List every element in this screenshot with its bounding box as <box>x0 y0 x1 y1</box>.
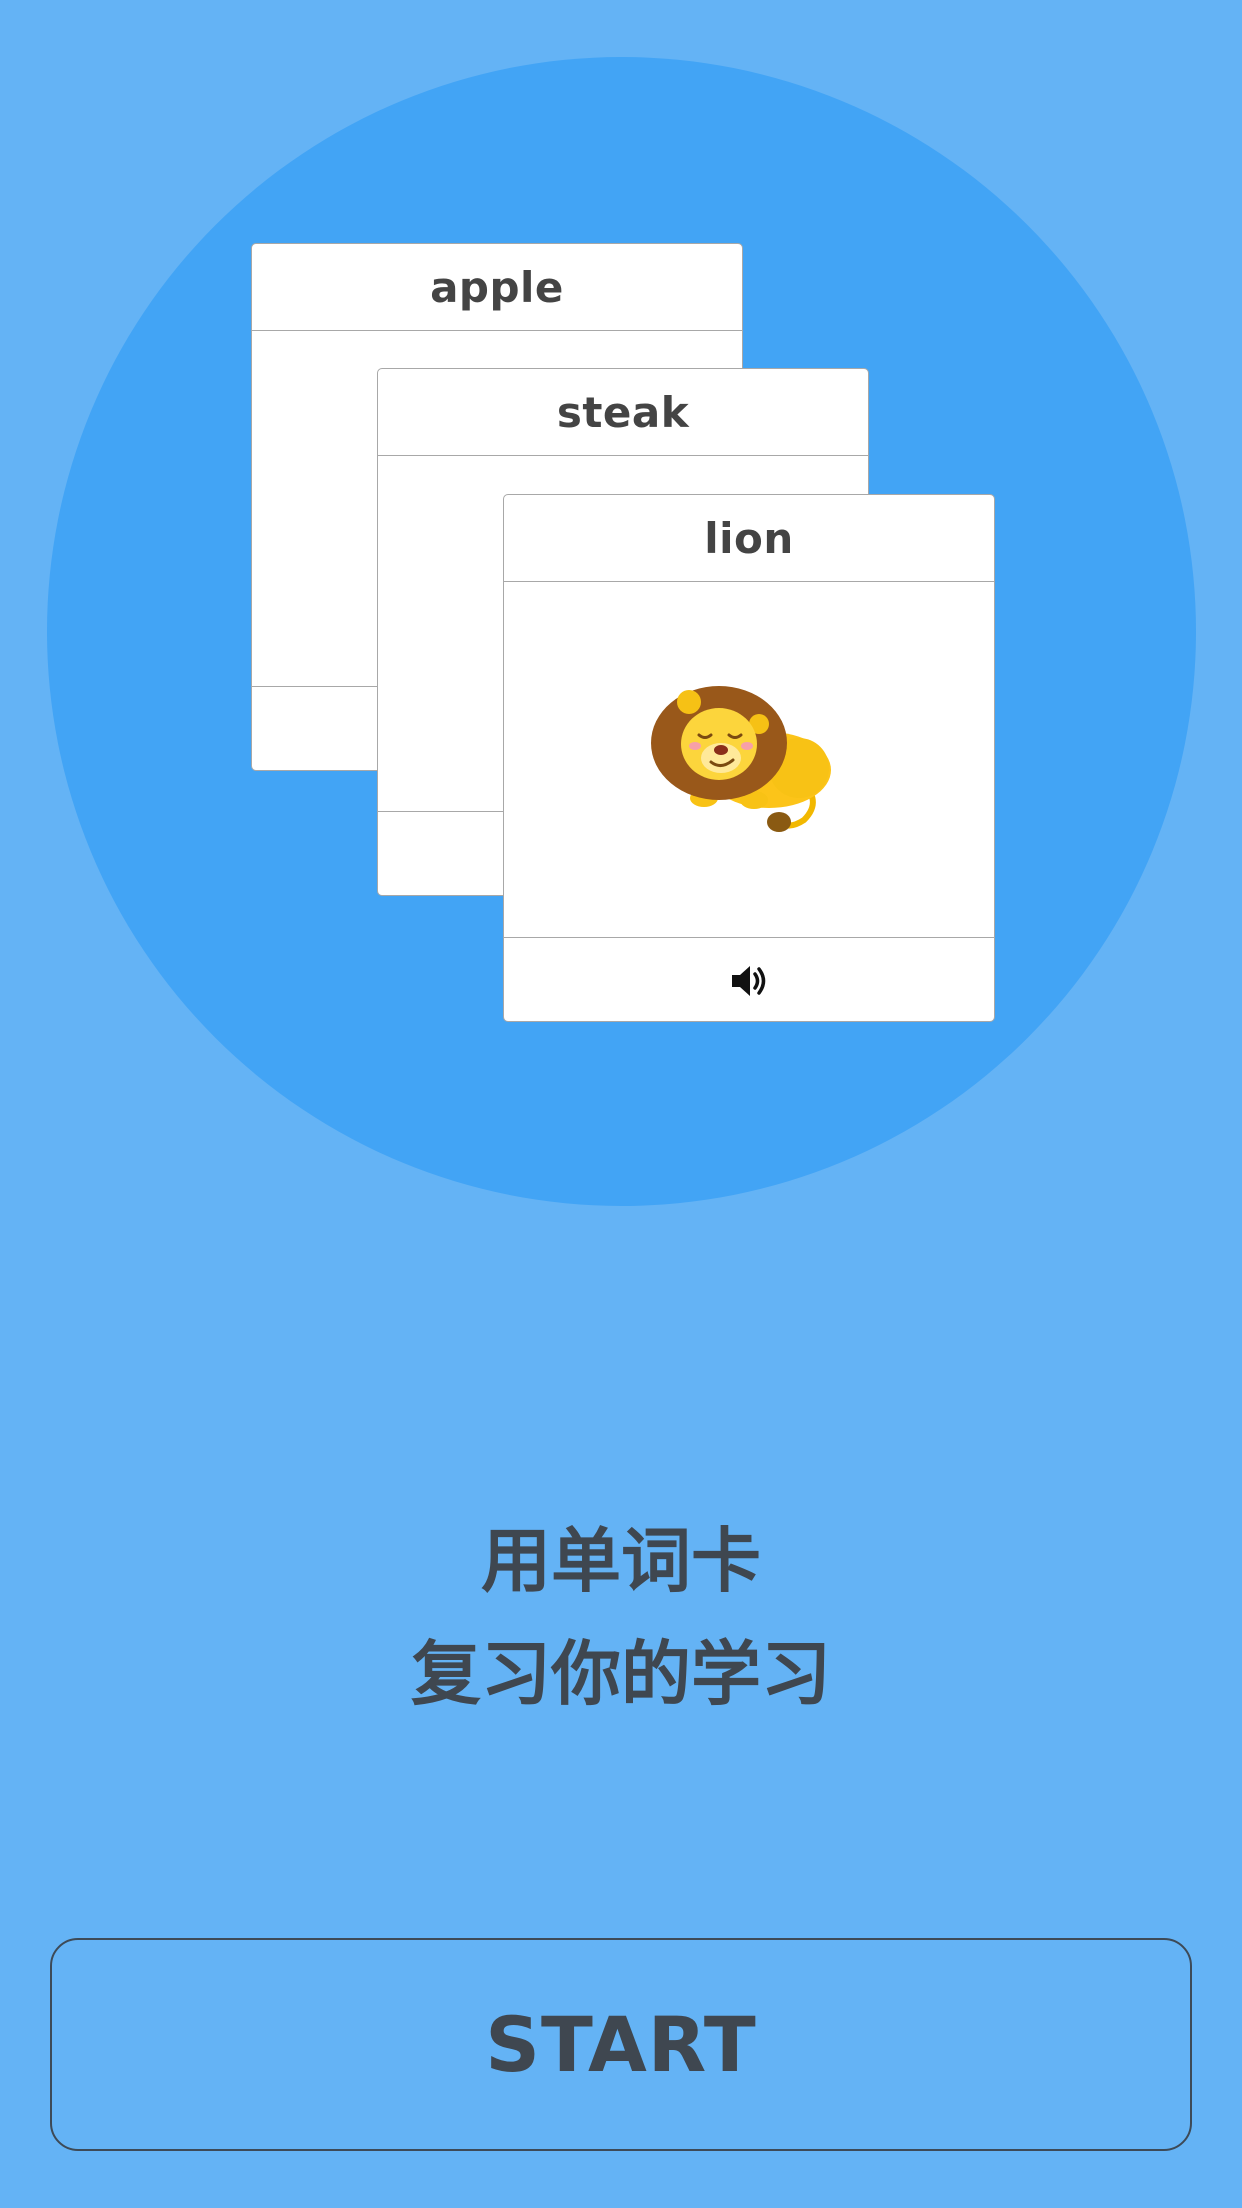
tagline-line-1: 用单词卡 <box>481 1520 761 1602</box>
lion-illustration <box>651 685 831 832</box>
card-image-area <box>504 582 994 937</box>
card-word: lion <box>504 495 994 582</box>
card-word: steak <box>378 369 868 456</box>
card-word: apple <box>252 244 742 331</box>
speaker-icon[interactable] <box>729 963 769 999</box>
flashcard-lion[interactable]: lion <box>503 494 995 1022</box>
card-footer <box>504 937 994 1021</box>
tagline-line-2: 复习你的学习 <box>411 1633 831 1715</box>
start-button[interactable]: START <box>50 1938 1192 2151</box>
